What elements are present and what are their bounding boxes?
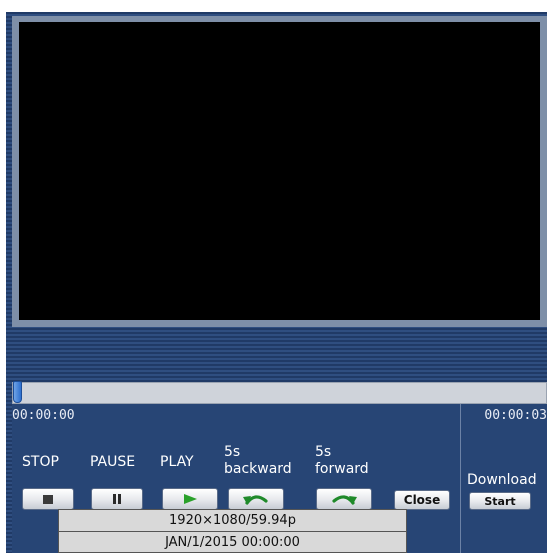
- close-button[interactable]: Close: [394, 490, 450, 510]
- datetime-info: JAN/1/2015 00:00:00: [59, 531, 406, 552]
- total-time: 00:00:03: [484, 408, 547, 423]
- player-window: 00:00:00 00:00:03 STOP PAUSE PLAY 5s bac…: [6, 12, 547, 553]
- pause-button[interactable]: [91, 488, 143, 510]
- download-label: Download: [467, 472, 537, 488]
- forward-5s-icon: [332, 495, 357, 505]
- clip-info-panel: 1920×1080/59.94p JAN/1/2015 00:00:00: [58, 509, 407, 553]
- stop-label: STOP: [22, 454, 59, 470]
- forward-label-line2: forward: [315, 461, 369, 477]
- current-time: 00:00:00: [12, 408, 75, 423]
- divider: [460, 404, 461, 553]
- forward-5s-button[interactable]: [316, 488, 372, 510]
- seek-thumb[interactable]: [13, 381, 22, 403]
- close-button-label: Close: [403, 493, 441, 507]
- stop-icon: [43, 494, 53, 504]
- video-screen[interactable]: [19, 22, 540, 320]
- rewind-5s-icon: [243, 495, 268, 505]
- download-start-button[interactable]: Start: [469, 492, 531, 510]
- play-button[interactable]: [162, 488, 218, 510]
- play-icon: [184, 494, 197, 504]
- seek-bar[interactable]: [12, 381, 547, 404]
- backward-label-line2: backward: [224, 461, 292, 477]
- stop-button[interactable]: [22, 488, 74, 510]
- start-button-label: Start: [484, 494, 516, 508]
- video-frame: [12, 16, 547, 327]
- play-label: PLAY: [160, 454, 194, 470]
- resolution-info: 1920×1080/59.94p: [169, 513, 296, 528]
- pause-label: PAUSE: [90, 454, 136, 470]
- backward-5s-button[interactable]: [228, 488, 284, 510]
- forward-label-line1: 5s: [315, 444, 332, 460]
- pause-icon: [113, 494, 121, 504]
- backward-label-line1: 5s: [224, 444, 241, 460]
